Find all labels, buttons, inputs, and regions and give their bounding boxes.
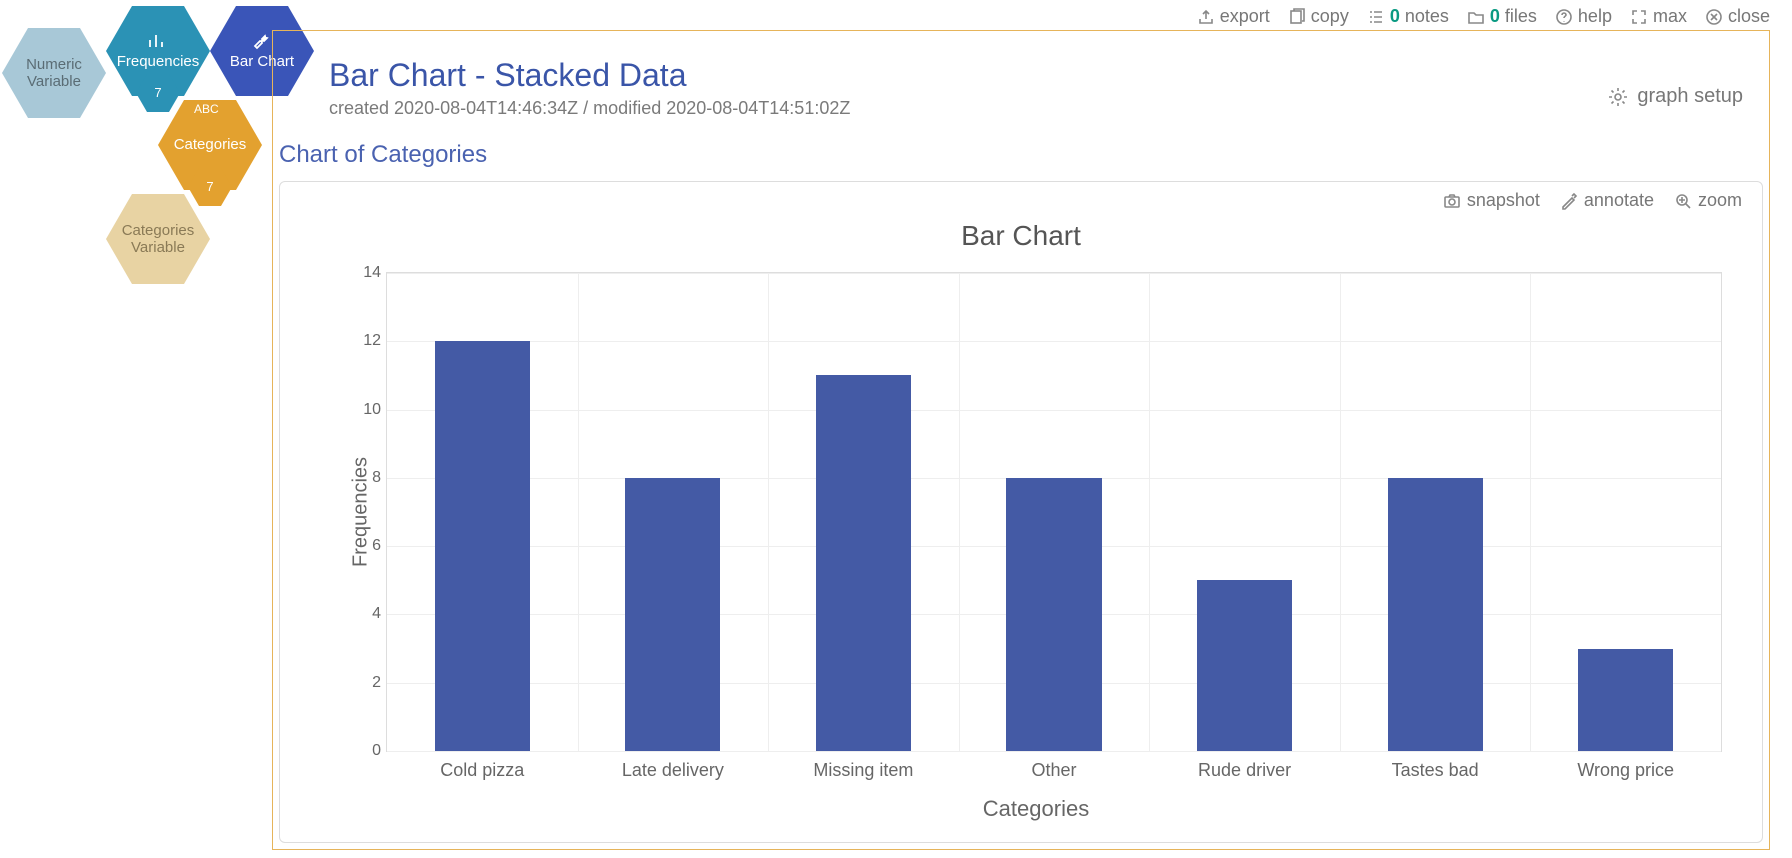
gridline-v: [959, 273, 960, 751]
annotate-button[interactable]: annotate: [1560, 190, 1654, 211]
gridline-v: [578, 273, 579, 751]
hex-categories-count-label: 7: [206, 180, 213, 195]
notes-label: notes: [1405, 6, 1449, 27]
camera-icon: [1443, 192, 1461, 210]
gridline-v: [1149, 273, 1150, 751]
wrench-icon: [251, 32, 273, 50]
copy-icon: [1288, 8, 1306, 26]
category-label: Rude driver: [1198, 760, 1291, 781]
graph-setup-button[interactable]: graph setup: [1607, 85, 1743, 108]
chart-grid: 02468101214Cold pizzaLate deliveryMissin…: [386, 272, 1722, 752]
files-button[interactable]: 0 files: [1467, 6, 1537, 27]
bar[interactable]: [625, 478, 720, 751]
hex-frequencies-label: Frequencies: [117, 53, 200, 70]
ytick-label: 14: [351, 264, 381, 282]
files-label: files: [1505, 6, 1537, 27]
hex-nav: Numeric Variable Frequencies 7 Bar Chart…: [2, 0, 302, 300]
notes-button[interactable]: 0 notes: [1367, 6, 1449, 27]
chart-toolbar: snapshot annotate zoom: [1443, 190, 1742, 211]
close-button[interactable]: close: [1705, 6, 1770, 27]
notes-icon: [1367, 8, 1385, 26]
gridline-h: [387, 751, 1721, 752]
max-label: max: [1653, 6, 1687, 27]
zoom-icon: [1674, 192, 1692, 210]
files-count: 0: [1490, 6, 1500, 27]
snapshot-button[interactable]: snapshot: [1443, 190, 1540, 211]
pencil-icon: [1560, 192, 1578, 210]
gridline-h: [387, 273, 1721, 274]
gridline-h: [387, 410, 1721, 411]
hex-categories-variable[interactable]: Categories Variable: [106, 194, 210, 284]
snapshot-label: snapshot: [1467, 190, 1540, 211]
bar[interactable]: [1006, 478, 1101, 751]
ytick-label: 6: [351, 537, 381, 555]
category-label: Tastes bad: [1392, 760, 1479, 781]
hex-frequencies-count-label: 7: [154, 86, 161, 101]
window-toolbar: export copy 0 notes 0 files help max clo…: [1197, 6, 1770, 27]
abc-icon: ABC: [194, 102, 219, 116]
close-icon: [1705, 8, 1723, 26]
export-button[interactable]: export: [1197, 6, 1270, 27]
ytick-label: 0: [351, 742, 381, 760]
gridline-v: [1340, 273, 1341, 751]
gear-icon: [1607, 86, 1629, 108]
maximize-icon: [1630, 8, 1648, 26]
close-label: close: [1728, 6, 1770, 27]
ytick-label: 12: [351, 332, 381, 350]
bars-icon: [147, 32, 169, 50]
notes-count: 0: [1390, 6, 1400, 27]
help-button[interactable]: help: [1555, 6, 1612, 27]
chart-card: snapshot annotate zoom Bar Chart Frequen…: [279, 181, 1763, 843]
bar[interactable]: [435, 341, 530, 751]
chart-section-title: Chart of Categories: [279, 141, 1769, 169]
category-label: Missing item: [813, 760, 913, 781]
category-label: Other: [1031, 760, 1076, 781]
gridline-v: [1530, 273, 1531, 751]
zoom-label: zoom: [1698, 190, 1742, 211]
bar[interactable]: [1197, 580, 1292, 751]
main-panel: Bar Chart - Stacked Data created 2020-08…: [272, 30, 1770, 850]
max-button[interactable]: max: [1630, 6, 1687, 27]
hex-numeric-variable-label: Numeric Variable: [2, 56, 106, 91]
hex-numeric-variable[interactable]: Numeric Variable: [2, 28, 106, 118]
chart-xlabel: Categories: [350, 796, 1722, 822]
chart-plot: Frequencies Categories 02468101214Cold p…: [350, 272, 1722, 752]
export-icon: [1197, 8, 1215, 26]
chart-title: Bar Chart: [280, 220, 1762, 252]
help-icon: [1555, 8, 1573, 26]
help-label: help: [1578, 6, 1612, 27]
ytick-label: 4: [351, 605, 381, 623]
copy-label: copy: [1311, 6, 1349, 27]
export-label: export: [1220, 6, 1270, 27]
bar[interactable]: [1578, 649, 1673, 751]
copy-button[interactable]: copy: [1288, 6, 1349, 27]
page-title: Bar Chart - Stacked Data: [329, 57, 1769, 94]
folder-icon: [1467, 8, 1485, 26]
gridline-v: [768, 273, 769, 751]
gridline-h: [387, 341, 1721, 342]
bar[interactable]: [816, 375, 911, 751]
zoom-button[interactable]: zoom: [1674, 190, 1742, 211]
annotate-label: annotate: [1584, 190, 1654, 211]
category-label: Wrong price: [1577, 760, 1674, 781]
page-meta: created 2020-08-04T14:46:34Z / modified …: [329, 98, 1769, 119]
hex-categories-label: Categories: [174, 136, 247, 153]
bar[interactable]: [1388, 478, 1483, 751]
graph-setup-label: graph setup: [1637, 85, 1743, 108]
ytick-label: 2: [351, 674, 381, 692]
hex-categories-variable-label: Categories Variable: [106, 222, 210, 257]
ytick-label: 10: [351, 401, 381, 419]
ytick-label: 8: [351, 469, 381, 487]
category-label: Late delivery: [622, 760, 724, 781]
category-label: Cold pizza: [440, 760, 524, 781]
